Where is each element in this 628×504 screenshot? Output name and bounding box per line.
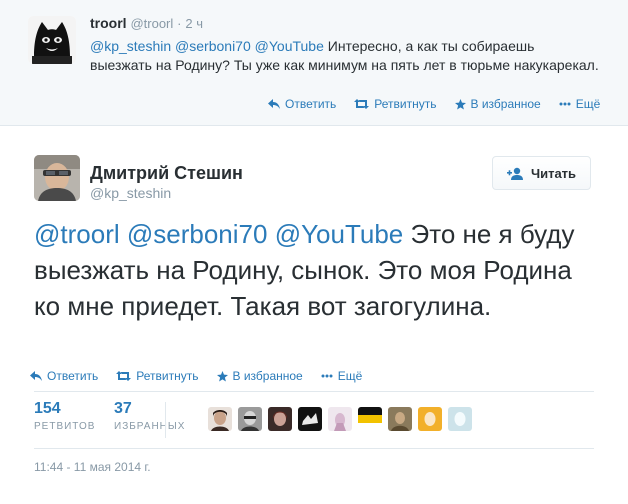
reply-icon [268,99,280,109]
reply-button[interactable]: Ответить [268,97,336,111]
parent-tweet: troorl @troorl · 2 ч @kp_steshin @serbon… [0,0,628,126]
reply-icon [30,371,42,381]
more-label: Ещё [337,369,363,383]
follow-button[interactable]: Читать [492,156,591,190]
more-dots-icon [321,374,333,378]
tweet-timestamp[interactable]: 11:44 - 11 мая 2014 г. [34,460,151,474]
more-dots-icon [559,102,571,106]
retweeter-avatar[interactable] [388,407,412,431]
favorites-count: 37 [114,400,132,417]
reply-label: Ответить [285,97,337,111]
retweeter-avatar[interactable] [208,407,232,431]
retweet-button[interactable]: Ретвитнуть [116,369,199,383]
parent-author-handle[interactable]: @troorl [130,16,173,31]
main-tweet-text: @troorl @serboni70 @YouTube Это не я буд… [34,216,594,324]
retweeter-avatar[interactable] [448,407,472,431]
favorites-label: ИЗБРАННЫХ [114,421,186,432]
mention-link[interactable]: @kp_steshin [90,38,171,54]
favorite-label: В избранное [232,369,303,383]
favorite-button[interactable]: В избранное [216,369,303,383]
retweeter-avatar[interactable] [358,407,382,431]
main-tweet-actions: Ответить Ретвитнуть В избранное Ещё [30,369,362,383]
favorites-stat[interactable]: 37 ИЗБРАННЫХ [114,400,185,432]
mention-link[interactable]: @YouTube [275,219,404,249]
stats-separator [165,402,166,438]
retweeter-avatar[interactable] [328,407,352,431]
mention-link[interactable]: @serboni70 [127,219,268,249]
mention-link[interactable]: @YouTube [255,38,324,54]
author-screenname[interactable]: @kp_steshin [90,185,171,201]
retweets-stat[interactable]: 154 РЕТВИТОВ [34,400,95,432]
reply-button[interactable]: Ответить [30,369,98,383]
favorite-label: В избранное [470,97,541,111]
star-icon [216,370,228,382]
parent-separator: · [177,16,182,31]
retweet-icon [116,371,132,381]
more-button[interactable]: Ещё [559,97,601,111]
more-label: Ещё [575,97,601,111]
parent-author-name[interactable]: troorl [90,15,127,31]
parent-tweet-text: @kp_steshin @serboni70 @YouTube Интересн… [90,37,600,75]
retweet-button[interactable]: Ретвитнуть [354,97,437,111]
parent-tweet-actions: Ответить Ретвитнуть В избранное Ещё [268,97,600,111]
mention-link[interactable]: @troorl [34,219,120,249]
retweeter-avatar[interactable] [418,407,442,431]
retweets-count: 154 [34,400,61,417]
follow-person-plus-icon [506,167,523,180]
star-icon [454,98,466,110]
reply-label: Ответить [47,369,99,383]
retweet-label: Ретвитнуть [374,97,437,111]
retweeter-avatar[interactable] [268,407,292,431]
retweets-label: РЕТВИТОВ [34,421,96,432]
main-avatar[interactable] [34,155,80,201]
author-fullname[interactable]: Дмитрий Стешин [90,163,243,184]
retweeter-avatar[interactable] [238,407,262,431]
favorite-button[interactable]: В избранное [454,97,541,111]
divider [34,448,594,449]
more-button[interactable]: Ещё [321,369,363,383]
divider [34,391,594,392]
retweet-icon [354,99,370,109]
parent-avatar[interactable] [28,16,76,64]
mention-link[interactable]: @serboni70 [175,38,251,54]
parent-tweet-header: troorl @troorl · 2 ч [90,15,203,31]
follow-label: Читать [530,165,577,181]
retweeter-avatar[interactable] [298,407,322,431]
retweet-label: Ретвитнуть [136,369,199,383]
parent-time[interactable]: 2 ч [185,16,203,31]
retweeter-avatars [208,407,472,431]
